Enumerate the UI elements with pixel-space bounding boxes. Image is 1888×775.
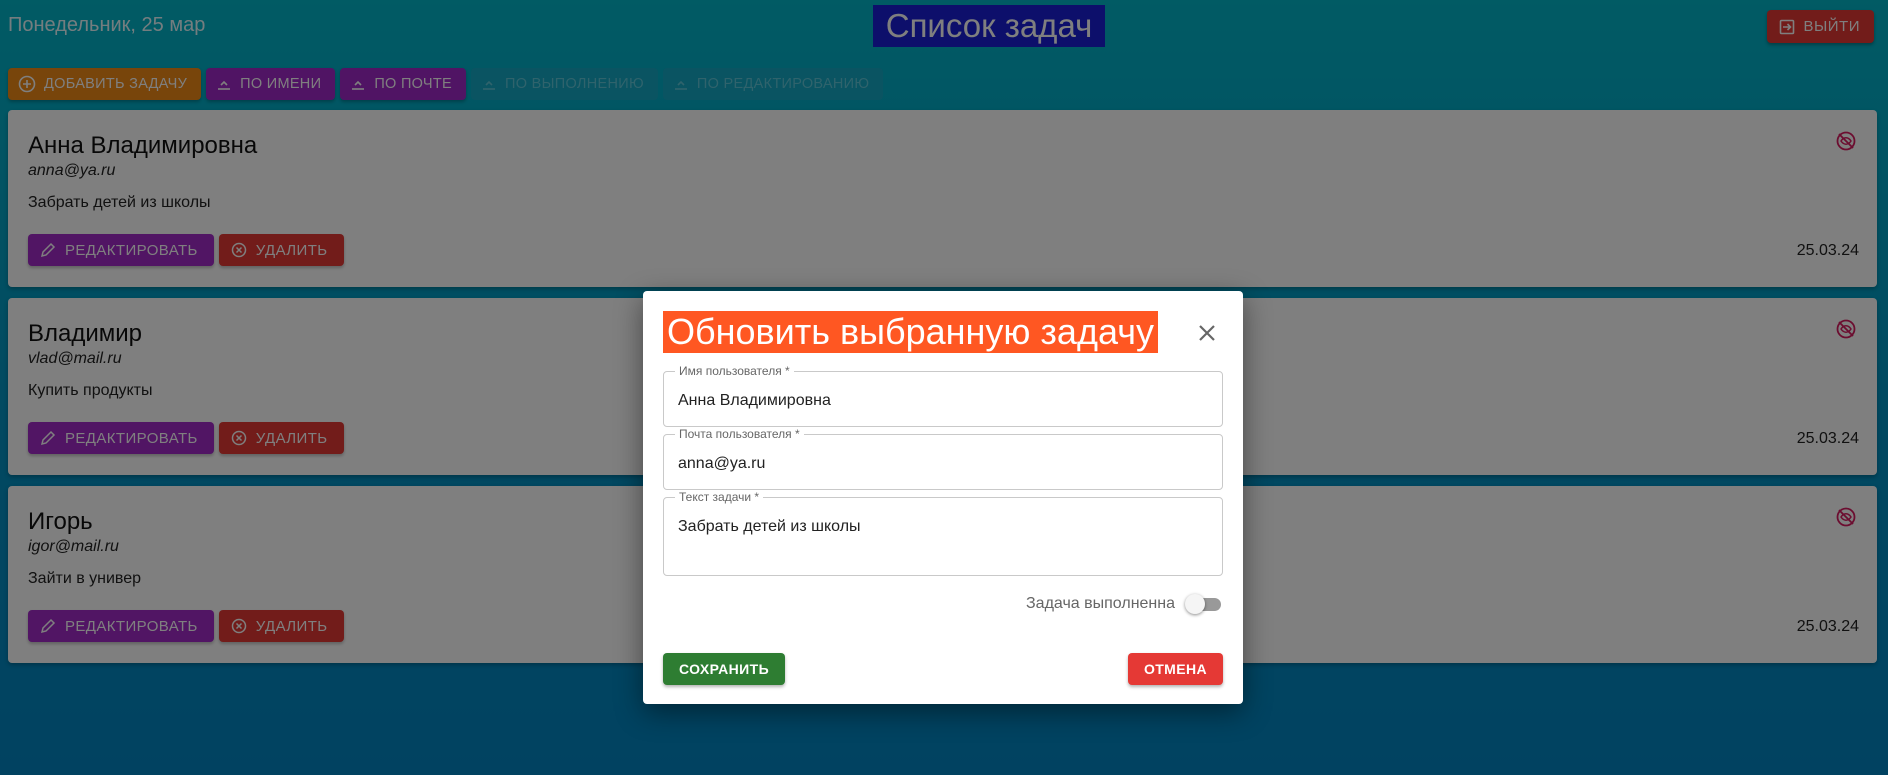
username-field[interactable]: Имя пользователя * Анна Владимировна — [663, 364, 1223, 427]
cancel-button[interactable]: ОТМЕНА — [1127, 653, 1223, 685]
dialog-title: Обновить выбранную задачу — [663, 311, 1158, 353]
task-text-input[interactable]: Забрать детей из школы — [678, 518, 861, 536]
username-field-label: Имя пользователя * — [675, 364, 794, 378]
email-input[interactable]: anna@ya.ru — [678, 455, 765, 473]
toggle-thumb — [1185, 594, 1205, 614]
done-toggle-label: Задача выполненна — [1026, 595, 1175, 612]
done-toggle[interactable] — [1185, 593, 1223, 615]
email-field-label: Почта пользователя * — [675, 427, 804, 441]
task-text-field[interactable]: Текст задачи * Забрать детей из школы — [663, 490, 1223, 576]
close-icon[interactable] — [1195, 321, 1219, 345]
username-input[interactable]: Анна Владимировна — [678, 392, 831, 410]
task-text-field-label: Текст задачи * — [675, 490, 764, 504]
edit-task-dialog: Обновить выбранную задачу Имя пользовате… — [643, 291, 1243, 704]
save-button[interactable]: СОХРАНИТЬ — [663, 653, 786, 685]
email-field[interactable]: Почта пользователя * anna@ya.ru — [663, 427, 1223, 490]
done-toggle-row: Задача выполненна — [1026, 593, 1223, 615]
